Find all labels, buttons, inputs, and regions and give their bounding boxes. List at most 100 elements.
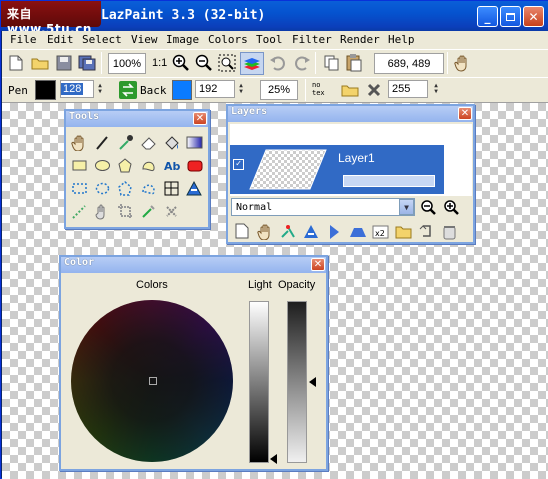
undo-button[interactable] (268, 53, 288, 73)
tool-rectangle-button[interactable] (69, 155, 89, 175)
tool-crop-button[interactable] (115, 201, 135, 221)
zoom-in-button[interactable] (171, 53, 191, 73)
color-title-bar[interactable]: Color (61, 257, 326, 273)
back-alpha-spinner[interactable]: ▲ ▼ (235, 80, 247, 98)
tool-gradient-button[interactable] (184, 132, 204, 152)
light-slider[interactable] (249, 301, 269, 463)
copy-button[interactable] (322, 53, 342, 73)
layer-duplicate-button[interactable] (301, 221, 321, 241)
layer-flip-v-button[interactable] (347, 221, 367, 241)
delete-selection-icon (165, 205, 177, 217)
layer-trash-button[interactable] (439, 221, 459, 241)
tool-text-button[interactable]: Ab (161, 155, 181, 175)
texture-alpha-input[interactable]: 255 (388, 80, 428, 98)
layers-zoom-in-button[interactable] (441, 197, 461, 217)
save-as-button[interactable] (77, 53, 97, 73)
layer-rotate-button[interactable] (416, 221, 436, 241)
tool-pen-button[interactable] (92, 132, 112, 152)
layer-opacity-bar[interactable] (343, 175, 435, 187)
layer-visibility-checkbox[interactable]: ✓ (233, 159, 244, 170)
layer-flip-h-button[interactable] (324, 221, 344, 241)
opacity-slider-handle[interactable] (309, 377, 316, 387)
tool-fill-button[interactable] (161, 132, 181, 152)
open-folder-icon (31, 58, 49, 70)
menu-view[interactable]: View (131, 33, 158, 46)
tool-magic-wand-button[interactable] (184, 178, 204, 198)
close-icon: ✕ (528, 9, 539, 24)
tool-eraser-button[interactable] (138, 132, 158, 152)
layer-x2-button[interactable]: x2 (370, 221, 390, 241)
color-wheel-cursor[interactable] (149, 377, 157, 385)
menu-file[interactable]: File (10, 33, 37, 46)
new-file-button[interactable] (6, 53, 26, 73)
no-texture-button[interactable]: no tex (312, 81, 334, 99)
tool-select-pen-button[interactable] (161, 178, 181, 198)
layer-open-button[interactable] (393, 221, 413, 241)
tool-polygon-button[interactable] (115, 155, 135, 175)
color-wheel[interactable] (71, 300, 233, 462)
menu-render[interactable]: Render (340, 33, 380, 46)
layers-toggle-button[interactable] (240, 52, 264, 75)
zoom-out-icon (195, 54, 212, 71)
back-color-swatch[interactable] (172, 80, 192, 100)
tool-select-ellipse-button[interactable] (92, 178, 112, 198)
tool-hand-button[interactable] (69, 132, 89, 152)
layer-new-layer-button[interactable] (232, 221, 252, 241)
menu-tool[interactable]: Tool (256, 33, 283, 46)
redo-button[interactable] (292, 53, 312, 73)
menu-image[interactable]: Image (166, 33, 199, 46)
texture-alpha-spinner[interactable]: ▲ ▼ (430, 80, 442, 98)
blend-mode-select[interactable]: Normal (231, 198, 415, 216)
tool-select-rect-button[interactable] (69, 178, 89, 198)
back-alpha-input[interactable]: 192 (195, 80, 235, 98)
swap-colors-button[interactable] (118, 80, 138, 100)
tool-delete-selection-button[interactable] (161, 201, 181, 221)
menu-colors[interactable]: Colors (208, 33, 248, 46)
zoom-fit-button[interactable] (217, 53, 237, 73)
tool-ellipse-button[interactable] (92, 155, 112, 175)
save-button[interactable] (54, 53, 74, 73)
menu-edit[interactable]: Edit (47, 33, 74, 46)
hand-tool-button[interactable] (452, 53, 472, 73)
tools-close-button[interactable]: ✕ (193, 112, 207, 125)
tool-copy-selection-button[interactable] (138, 201, 158, 221)
zoom-out-button[interactable] (194, 53, 214, 73)
light-slider-handle[interactable] (270, 454, 277, 464)
tool-spline-button[interactable] (138, 155, 158, 175)
open-file-button[interactable] (30, 53, 50, 73)
layers-title-bar[interactable]: Layers (228, 106, 473, 122)
pen-alpha-input[interactable]: 128 (60, 80, 94, 98)
pen-alpha-spinner[interactable]: ▲ ▼ (94, 80, 106, 98)
tool-rounded-rect-button[interactable] (184, 155, 204, 175)
tools-title-bar[interactable]: Tools (66, 111, 208, 127)
menu-filter[interactable]: Filter (292, 33, 332, 46)
layer-row[interactable]: ✓ Layer1 (230, 145, 444, 194)
pen-color-swatch[interactable] (35, 80, 56, 100)
layer-merge-button[interactable] (278, 221, 298, 241)
tool-color-picker-button[interactable] (115, 132, 135, 152)
tool-select-spline-button[interactable] (138, 178, 158, 198)
tool-select-poly-button[interactable] (115, 178, 135, 198)
menu-select[interactable]: Select (82, 33, 122, 46)
color-close-button[interactable]: ✕ (311, 258, 325, 271)
tool-rotate-selection-button[interactable] (92, 201, 112, 221)
tool-move-selection-button[interactable] (69, 201, 89, 221)
layers-close-button[interactable]: ✕ (458, 107, 472, 120)
layers-zoom-out-button[interactable] (418, 197, 438, 217)
paste-button[interactable] (344, 53, 364, 73)
zoom-out-icon (420, 199, 436, 215)
tolerance-input[interactable]: 25% (260, 80, 298, 100)
load-texture-button[interactable] (340, 80, 360, 100)
close-button[interactable]: ✕ (523, 6, 544, 27)
redo-icon (295, 56, 310, 71)
zoom-ratio-button[interactable]: 1:1 (152, 57, 167, 69)
layer-hand-button[interactable] (255, 221, 275, 241)
minimize-button[interactable]: _ (477, 6, 498, 27)
maximize-button[interactable] (500, 6, 521, 27)
blend-mode-dropdown-arrow[interactable]: ▼ (399, 199, 414, 215)
zoom-value[interactable]: 100% (108, 53, 146, 74)
title-bar[interactable]: 来自 www.5tu.cn LazPaint 3.3 (32-bit) _ ✕ (1, 1, 548, 36)
remove-texture-button[interactable] (364, 80, 384, 100)
opacity-slider[interactable] (287, 301, 307, 463)
menu-help[interactable]: Help (388, 33, 415, 46)
